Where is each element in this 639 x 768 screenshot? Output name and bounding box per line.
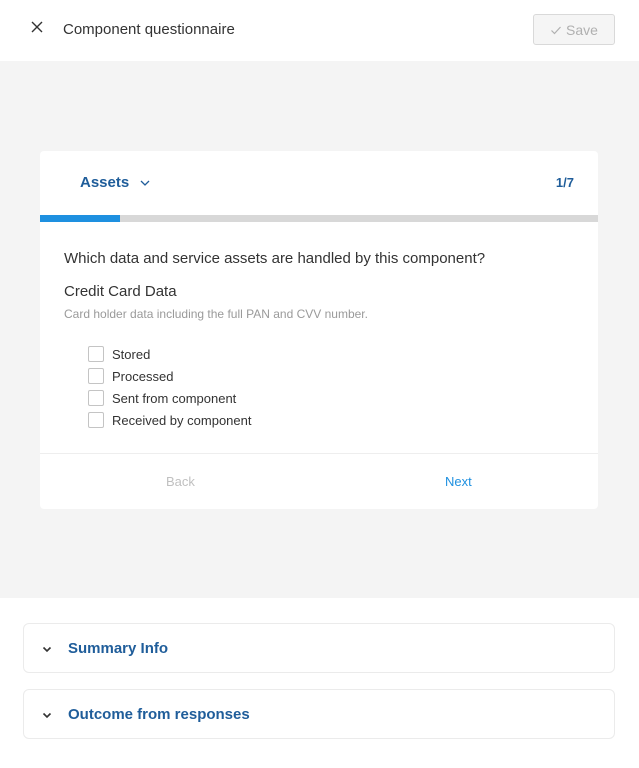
step-counter: 1/7 [555, 175, 574, 190]
option-received-by-component[interactable]: Received by component [88, 409, 251, 431]
back-button[interactable]: Back [166, 474, 195, 489]
accordion-label: Outcome from responses [68, 706, 250, 723]
save-label: Save [566, 21, 598, 38]
checkbox[interactable] [88, 346, 104, 362]
outcome-accordion[interactable]: Outcome from responses [23, 689, 615, 739]
chevron-down-icon [42, 646, 52, 653]
asset-description: Card holder data including the full PAN … [64, 307, 368, 321]
option-label: Received by component [112, 412, 252, 428]
section-label: Assets [80, 174, 130, 191]
option-label: Processed [112, 368, 174, 384]
question-card: Assets 1/7 Which data and service assets… [40, 151, 598, 509]
close-button[interactable] [28, 18, 46, 36]
chevron-down-icon [42, 712, 52, 719]
progress-fill [40, 215, 120, 222]
option-processed[interactable]: Processed [88, 365, 251, 387]
check-icon [551, 26, 561, 34]
checkbox[interactable] [88, 390, 104, 406]
save-button[interactable]: Save [533, 14, 615, 45]
section-dropdown[interactable]: Assets [80, 174, 151, 191]
option-label: Sent from component [112, 390, 237, 406]
close-icon [31, 21, 43, 33]
page-title: Component questionnaire [63, 21, 235, 38]
option-stored[interactable]: Stored [88, 343, 251, 365]
options-list: Stored Processed Sent from component Rec… [88, 343, 251, 431]
question-text: Which data and service assets are handle… [64, 250, 486, 267]
progress-bar [40, 215, 598, 222]
chevron-down-icon [140, 180, 150, 186]
option-label: Stored [112, 346, 151, 362]
option-sent-from-component[interactable]: Sent from component [88, 387, 251, 409]
asset-title: Credit Card Data [64, 283, 177, 300]
next-button[interactable]: Next [445, 474, 472, 489]
checkbox[interactable] [88, 412, 104, 428]
card-divider [40, 453, 598, 454]
checkbox[interactable] [88, 368, 104, 384]
accordion-label: Summary Info [68, 640, 169, 657]
summary-info-accordion[interactable]: Summary Info [23, 623, 615, 673]
header-bar: Component questionnaire Save [0, 0, 639, 61]
